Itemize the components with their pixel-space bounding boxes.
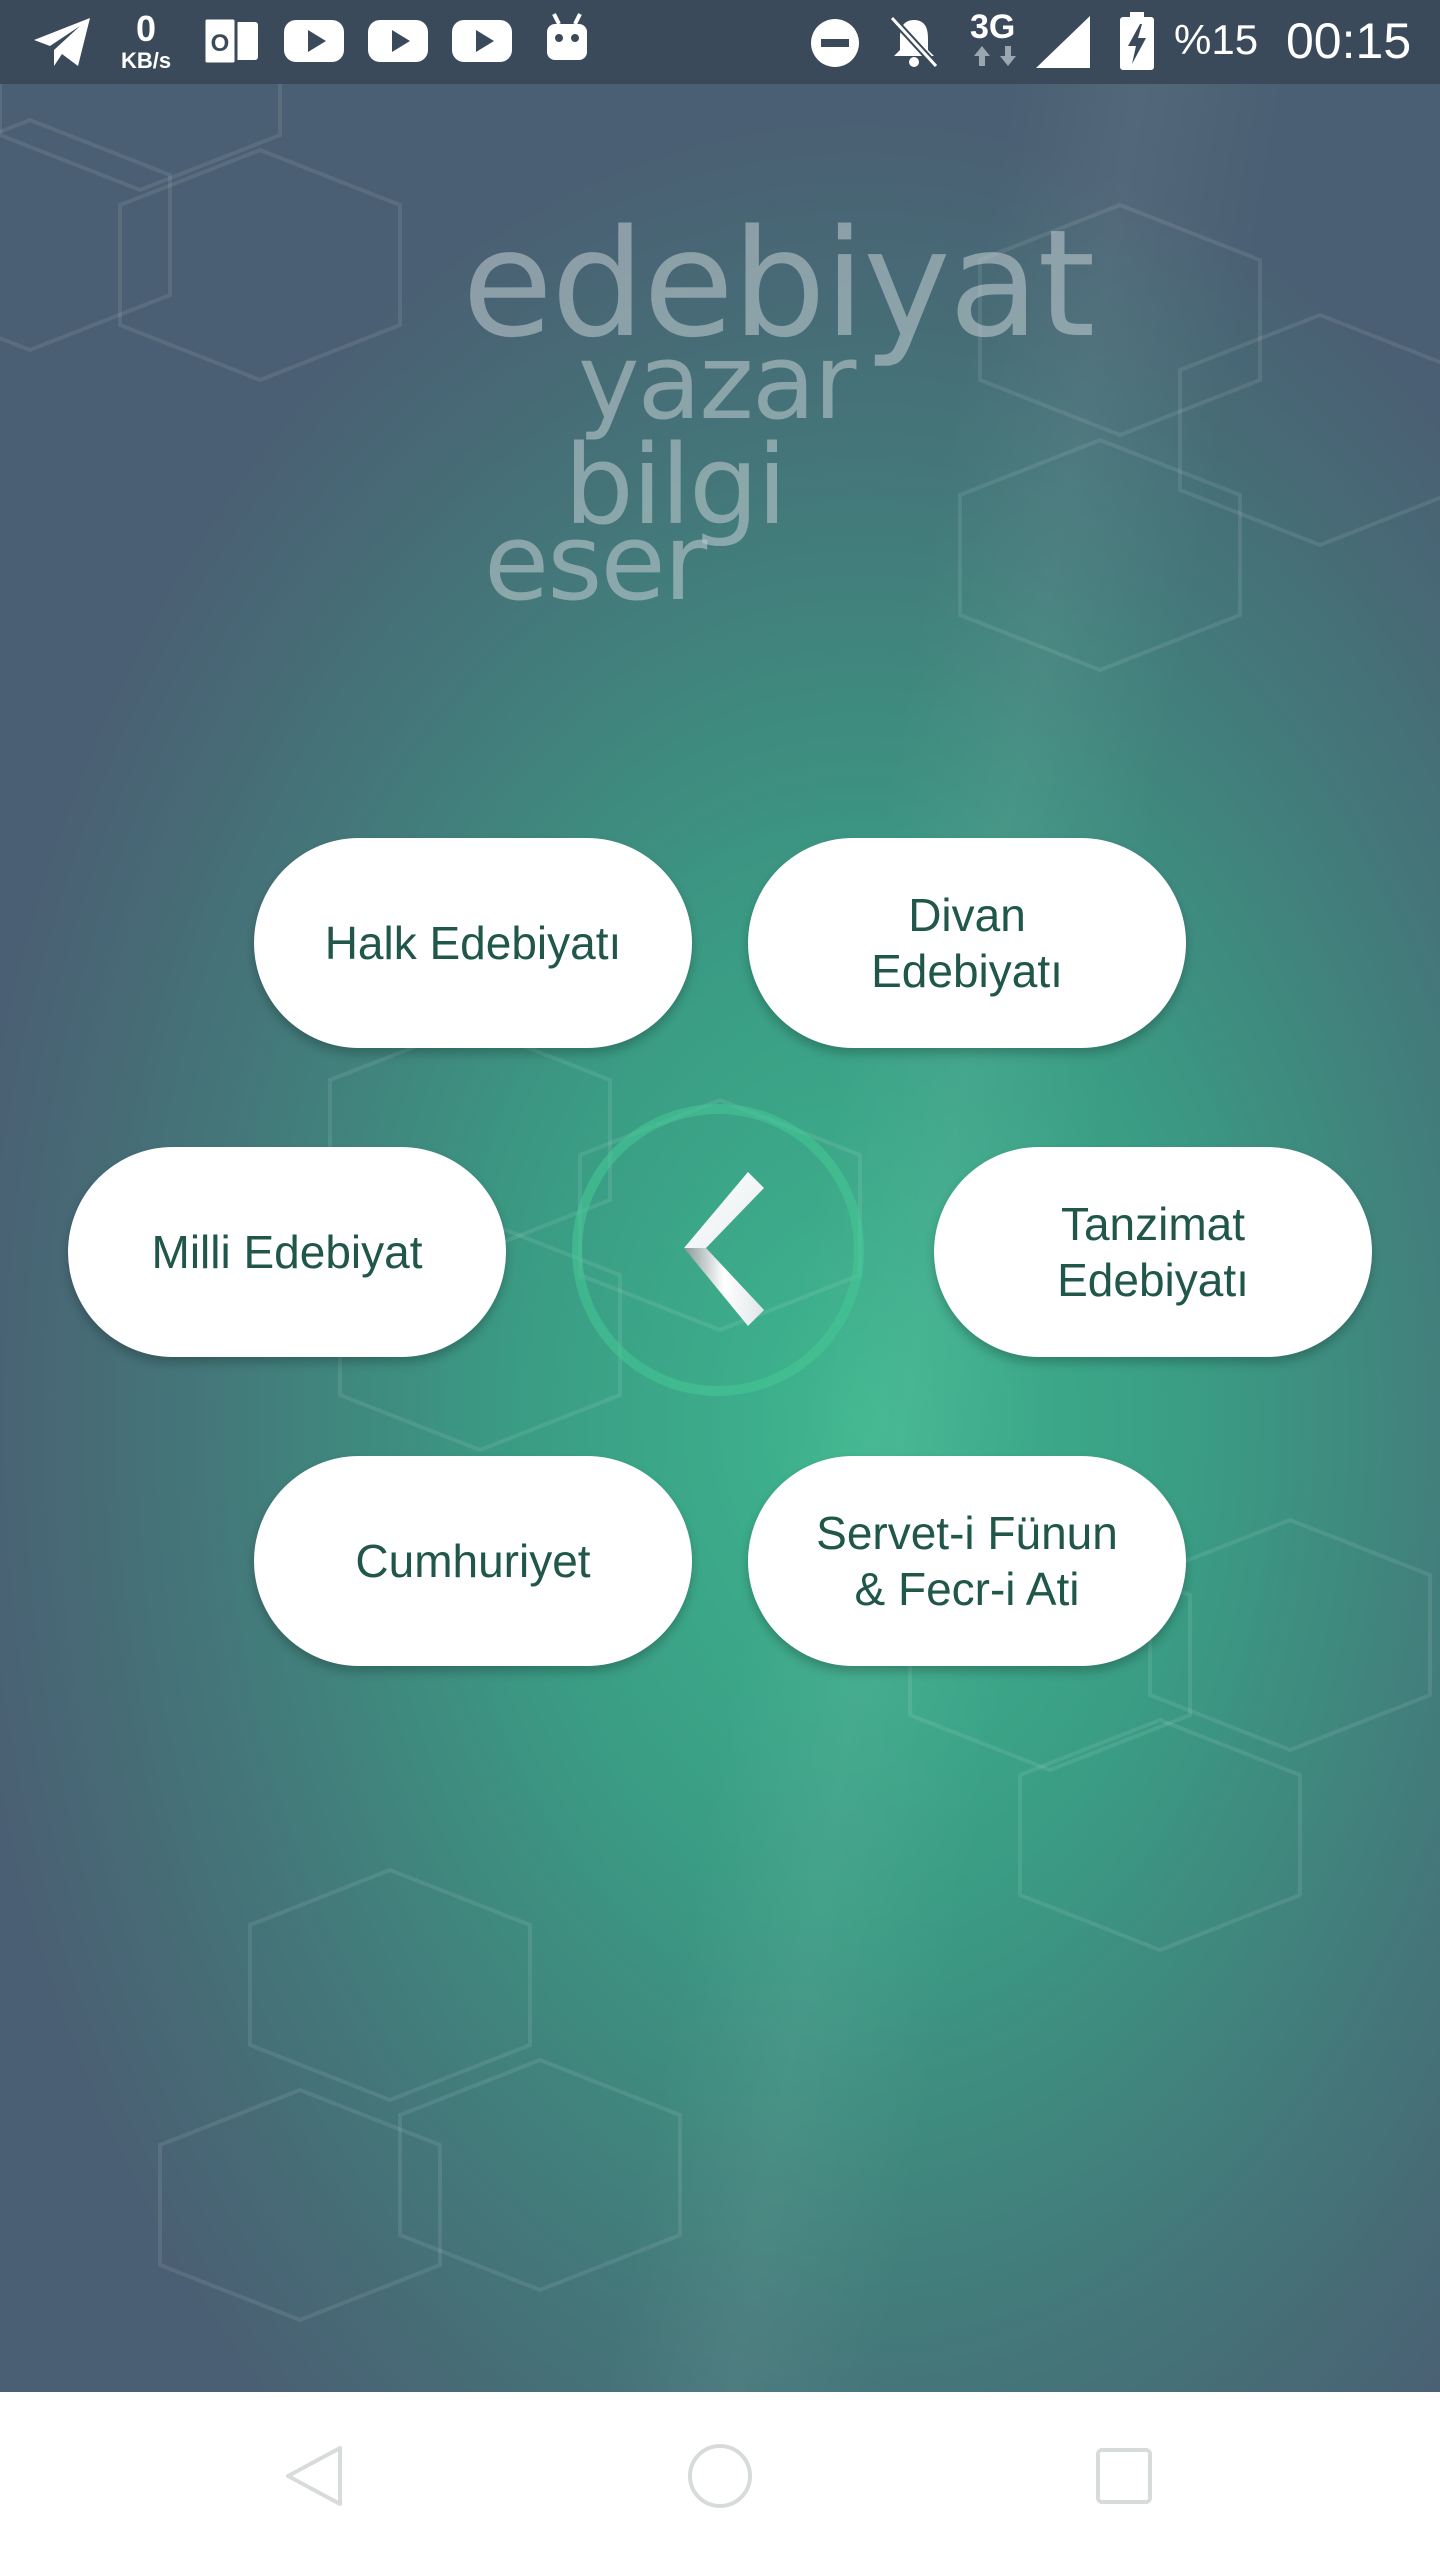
divan-edebiyati-button[interactable]: Divan Edebiyatı — [748, 838, 1186, 1048]
cumhuriyet-label: Cumhuriyet — [355, 1535, 591, 1587]
status-bar: 0 KB/s O 3G %15 00:15 — [0, 0, 1440, 84]
network-speed-value: 0 — [135, 8, 157, 49]
youtube-icon-2 — [368, 20, 428, 62]
youtube-icon — [284, 20, 344, 62]
signal-icon — [1036, 16, 1090, 68]
clock: 00:15 — [1286, 13, 1412, 69]
servet-i-funun-label-line1: Servet-i Fünun — [816, 1507, 1118, 1559]
logo-word-eser: eser — [484, 501, 707, 624]
battery-charging-icon — [1120, 12, 1154, 70]
youtube-icon-3 — [452, 20, 512, 62]
network-speed-unit: KB/s — [120, 48, 172, 73]
notifications-off-icon — [889, 15, 939, 69]
android-icon — [547, 13, 587, 60]
battery-percent: %15 — [1174, 16, 1259, 63]
tanzimat-edebiyati-button[interactable]: Tanzimat Edebiyatı — [934, 1147, 1372, 1357]
nav-home-icon[interactable] — [680, 2436, 760, 2516]
do-not-disturb-icon — [811, 19, 859, 67]
servet-i-funun-label-line2: & Fecr-i Ati — [854, 1563, 1080, 1615]
chevron-left-icon — [684, 1172, 764, 1326]
svg-text:O: O — [211, 30, 230, 57]
network-type: 3G — [970, 8, 1016, 46]
tanzimat-edebiyati-label-line1: Tanzimat — [1060, 1198, 1246, 1250]
servet-i-funun-button[interactable]: Servet-i Fünun & Fecr-i Ati — [748, 1456, 1186, 1666]
data-arrows-icon — [974, 46, 1016, 66]
divan-edebiyati-label-line1: Divan — [908, 889, 1026, 941]
milli-edebiyat-button[interactable]: Milli Edebiyat — [68, 1147, 506, 1357]
nav-back-icon[interactable] — [276, 2436, 356, 2516]
telegram-icon — [34, 18, 90, 66]
navigation-bar — [0, 2392, 1440, 2560]
tanzimat-edebiyati-label-line2: Edebiyatı — [1057, 1254, 1249, 1306]
app-screen: edebiyat yazar bilgi eser Halk Edebiyatı… — [0, 0, 1440, 2392]
logo-word-yazar: yazar — [578, 321, 856, 443]
cumhuriyet-button[interactable]: Cumhuriyet — [254, 1456, 692, 1666]
milli-edebiyat-label: Milli Edebiyat — [151, 1226, 423, 1278]
nav-recents-icon[interactable] — [1084, 2436, 1164, 2516]
halk-edebiyati-button[interactable]: Halk Edebiyatı — [254, 838, 692, 1048]
divan-edebiyati-label-line2: Edebiyatı — [871, 945, 1063, 997]
center-back-button[interactable] — [572, 1104, 864, 1396]
halk-edebiyati-label: Halk Edebiyatı — [324, 917, 622, 969]
outlook-icon: O — [202, 16, 258, 66]
